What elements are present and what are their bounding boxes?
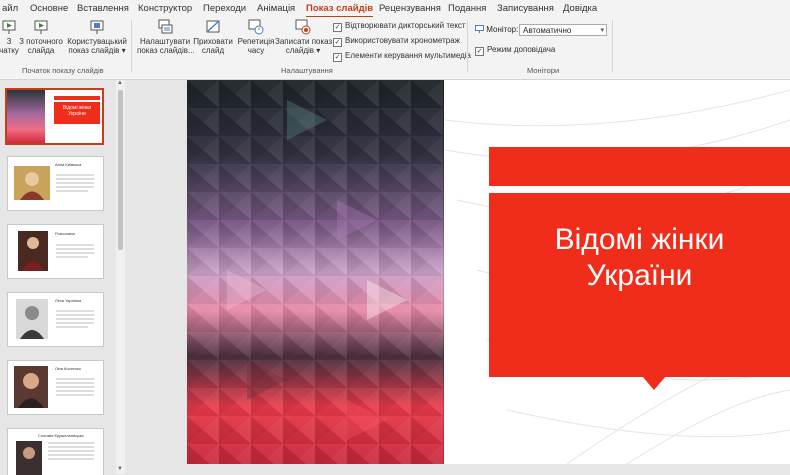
presenter-view-checkbox[interactable]: ✓ Режим доповідача [475,45,555,56]
monitor-select-value: Автоматично [523,26,572,35]
record-label-2: слайдів ▾ [285,46,321,55]
checkbox-checked-icon: ✓ [333,38,342,47]
tab-animations[interactable]: Анімація [257,3,295,14]
media-controls-label: Елементи керування мультимедіа [345,51,471,60]
group-label-start: Початок показу слайдів [22,66,104,75]
hide-slide-button[interactable]: Приховати слайд [193,19,233,55]
title-box-pointer [642,376,666,390]
slide-thumbnail-2[interactable]: Анна Київська [7,156,104,211]
media-controls-checkbox[interactable]: ✓ Елементи керування мультимедіа [333,51,471,62]
scrollbar-thumb[interactable] [118,90,123,250]
title-accent-bar [489,147,790,186]
from-beginning-button[interactable]: З чатку [0,19,20,55]
thumbnail-title: Роксолана [55,231,75,236]
record-icon [295,19,311,35]
setup-show-button[interactable]: Налаштувати показ слайдів... [137,19,195,55]
record-slide-show-button[interactable]: Записати показ слайдів ▾ [275,19,333,55]
chevron-down-icon: ▾ [600,27,604,34]
tab-slide-show[interactable]: Показ слайдів [306,3,374,18]
slide-title[interactable]: Відомі жінки України [507,222,772,294]
slide-thumbnail-1[interactable]: Відомі жінки України [5,88,104,145]
group-label-monitors: Монітори [527,66,560,75]
group-divider [612,20,613,72]
presenter-view-label: Режим доповідача [487,45,556,54]
play-from-current-icon [34,20,48,34]
triangle-mosaic-image [187,80,444,464]
monitor-icon [475,25,484,33]
tab-view[interactable]: Подання [448,3,486,14]
from-current-button[interactable]: З поточного слайда [18,19,64,55]
custom-show-label-2: показ слайдів ▾ [68,46,126,55]
slide-thumbnail-6[interactable]: Соломія Крушельницька [7,428,104,475]
slide-thumbnail-3[interactable]: Роксолана [7,224,104,279]
from-current-label-1: З поточного [19,37,63,46]
monitor-select[interactable]: Автоматично ▾ [519,24,607,36]
play-narrations-label: Відтворювати дикторський текст [345,21,466,30]
thumbnail-scrollbar[interactable]: ▲ ▼ [116,80,125,474]
thumbnail-title: Соломія Крушельницька [38,433,84,438]
setup-show-label-2: показ слайдів... [137,46,195,55]
tab-home[interactable]: Основне [30,3,68,14]
group-label-setup: Налаштування [281,66,333,75]
slide-canvas[interactable]: Відомі жінки України [187,80,790,464]
use-timings-checkbox[interactable]: ✓ Використовувати хронометраж [333,36,460,47]
tab-help[interactable]: Довідка [563,3,597,14]
ribbon: З чатку З поточного слайда Користувацьки… [0,17,790,80]
status-strip [127,464,790,474]
tab-review[interactable]: Рецензування [379,3,441,14]
setup-show-icon [158,19,173,34]
slide-thumbnail-pane: Відомі жінки України Анна Київська Роксо… [0,80,127,475]
thumbnail-title: Відомі жінки України [62,105,92,117]
custom-show-button[interactable]: Користувацький показ слайдів ▾ [66,19,128,55]
tab-recording[interactable]: Записування [497,3,554,14]
checkbox-checked-icon: ✓ [333,23,342,32]
play-narrations-checkbox[interactable]: ✓ Відтворювати дикторський текст [333,21,466,32]
use-timings-label: Використовувати хронометраж [345,36,461,45]
tab-file[interactable]: айл [2,3,18,14]
slide-thumbnail-4[interactable]: Леся Українка [7,292,104,347]
monitor-label: Монітор: [475,25,518,34]
hide-slide-icon [206,20,220,33]
tab-design[interactable]: Конструктор [138,3,192,14]
custom-show-icon [90,20,104,34]
play-from-start-icon [2,20,16,34]
rehearse-timings-icon [248,19,264,35]
monitor-label-text: Монітор: [486,25,519,34]
group-divider [131,20,132,72]
ribbon-tab-bar: айл Основне Вставлення Конструктор Перех… [0,0,790,18]
thumbnail-title: Леся Українка [55,298,82,303]
thumbnail-title: Анна Київська [55,162,82,167]
scroll-up-icon[interactable]: ▲ [117,80,123,86]
setup-show-label-1: Налаштувати [139,37,191,46]
thumbnail-title: Ліна Костенко [55,366,81,371]
checkbox-checked-icon: ✓ [333,53,342,62]
slide-thumbnail-5[interactable]: Ліна Костенко [7,360,104,415]
tab-insert[interactable]: Вставлення [77,3,129,14]
checkbox-checked-icon: ✓ [475,47,484,56]
from-beginning-label-1: З [6,37,12,46]
scroll-down-icon[interactable]: ▼ [117,466,123,472]
rehearse-label-1: Репетиція [237,37,275,46]
from-current-label-2: слайда [27,46,55,55]
tab-transitions[interactable]: Переходи [203,3,246,14]
from-beginning-label-2: чатку [0,46,19,55]
group-divider [467,20,468,72]
hide-slide-label-1: Приховати [193,37,233,46]
record-label-1: Записати показ [275,37,333,46]
rehearse-label-2: часу [247,46,265,55]
hide-slide-label-2: слайд [201,46,225,55]
custom-show-label-1: Користувацький [67,37,127,46]
rehearse-timings-button[interactable]: Репетиція часу [236,19,276,55]
